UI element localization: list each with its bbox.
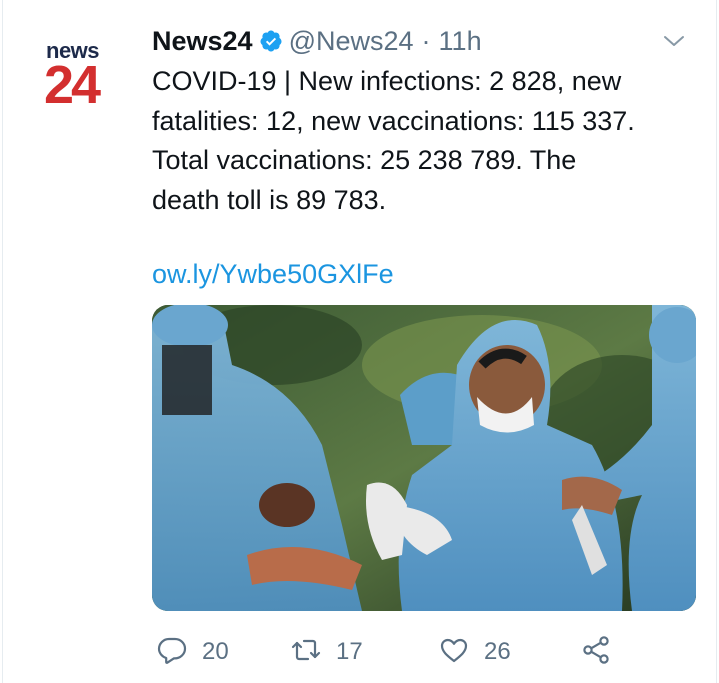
divider xyxy=(2,0,3,683)
user-handle[interactable]: @News24 xyxy=(289,26,414,57)
reply-icon xyxy=(156,634,188,671)
tweet-text-line: COVID-19 | New infections: 2 828, new xyxy=(152,66,622,96)
tweet-actions: 20 17 26 xyxy=(152,632,672,672)
avatar[interactable]: news 24 xyxy=(34,30,130,126)
verified-badge-icon xyxy=(259,29,283,53)
retweet-count: 17 xyxy=(336,638,363,665)
share-button[interactable] xyxy=(580,632,612,672)
reply-count: 20 xyxy=(202,638,229,665)
heart-icon xyxy=(438,634,470,671)
tweet-text-line: death toll is 89 783. xyxy=(152,184,387,215)
tweet-media-image[interactable] xyxy=(152,305,696,611)
tweet-text: COVID-19 | New infections: 2 828, new fa… xyxy=(152,62,712,220)
like-button[interactable]: 26 xyxy=(438,632,511,672)
tweet-card[interactable]: news 24 News24 @News24 · 11h COVID-19 | … xyxy=(0,0,719,683)
logo-text-bottom: 24 xyxy=(44,55,101,115)
divider xyxy=(716,0,717,683)
reply-button[interactable]: 20 xyxy=(156,632,229,672)
tweet-text-line: Total vaccinations: 25 238 789. The xyxy=(152,145,577,175)
retweet-button[interactable]: 17 xyxy=(290,632,363,672)
separator-dot: · xyxy=(421,25,431,56)
timestamp[interactable]: 11h xyxy=(439,26,482,57)
tweet-link[interactable]: ow.ly/Ywbe50GXlFe xyxy=(152,259,394,290)
retweet-icon xyxy=(290,634,322,671)
media-photo xyxy=(152,305,696,611)
share-icon xyxy=(580,634,612,671)
tweet-header: News24 @News24 · 11h xyxy=(152,24,689,58)
display-name[interactable]: News24 xyxy=(152,26,253,57)
chevron-down-icon[interactable] xyxy=(659,26,689,56)
like-count: 26 xyxy=(484,638,511,665)
tweet-text-line: fatalities: 12, new vaccinations: 115 33… xyxy=(152,105,635,136)
